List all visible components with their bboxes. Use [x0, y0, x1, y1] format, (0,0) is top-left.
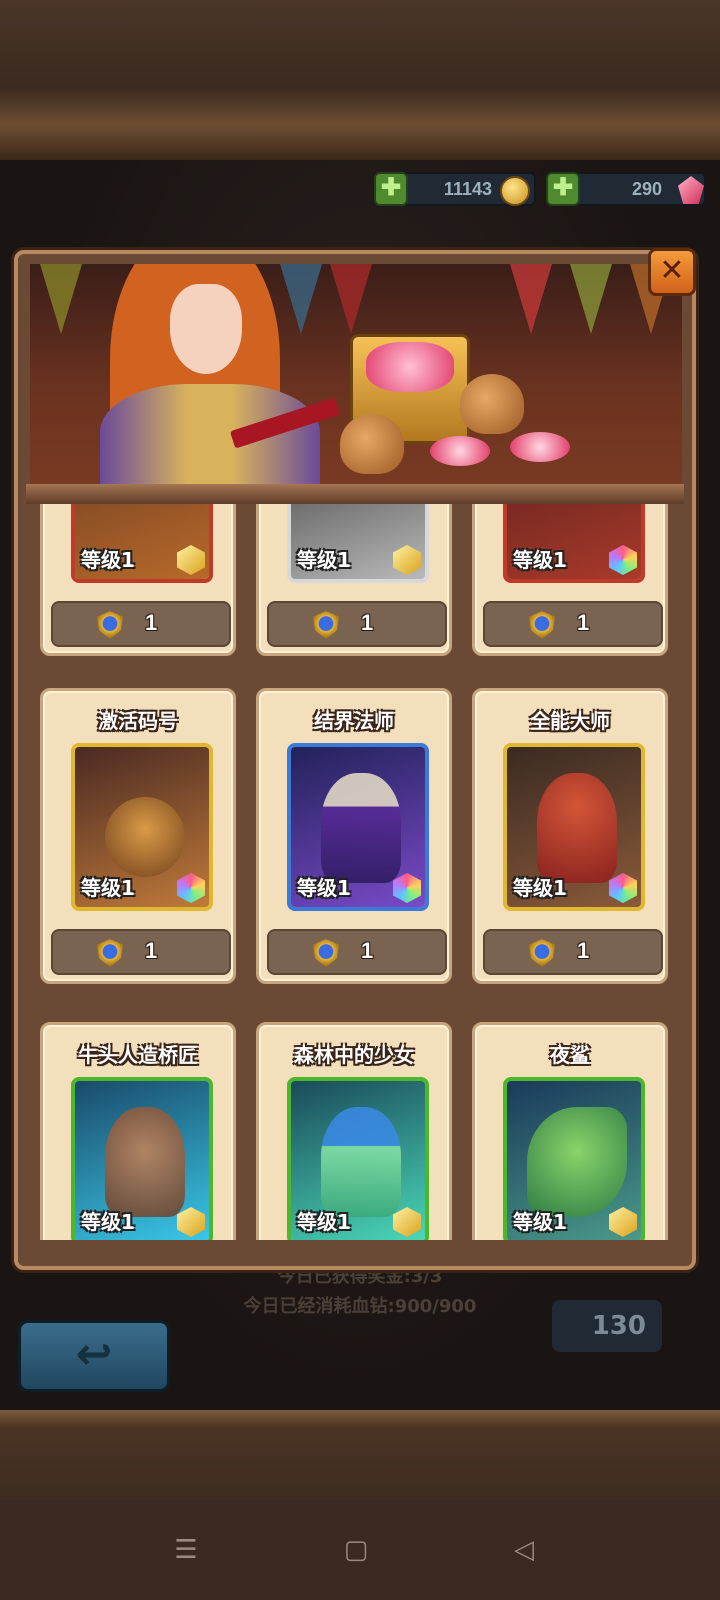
hero-name: 森林中的少女 — [294, 1043, 414, 1067]
hero-card[interactable]: 等级1 1 — [40, 504, 236, 656]
hero-level: 等级1 — [297, 876, 351, 900]
gem-counter: ✚ 290 — [546, 172, 706, 206]
buy-button[interactable]: 1 — [51, 929, 231, 975]
buy-button[interactable]: 1 — [483, 929, 663, 975]
hero-card[interactable]: 牛头人造桥匠 等级1 — [40, 1022, 236, 1240]
hero-level: 等级1 — [513, 876, 567, 900]
buy-button[interactable]: 1 — [51, 601, 231, 647]
hero-level: 等级1 — [513, 548, 567, 572]
home-icon[interactable]: ▢ — [326, 1520, 386, 1580]
gem-pile-icon — [366, 342, 454, 392]
gold-amount: 11143 — [443, 179, 492, 199]
hero-portrait: 等级1 — [71, 743, 213, 911]
hero-card-list[interactable]: 等级1 1 等级1 1 等级1 1 激活码号 等级1 1 结界法师 等级1 1 … — [30, 504, 682, 1240]
back-button[interactable]: ↩ — [18, 1320, 170, 1392]
hero-portrait: 等级1 — [71, 504, 213, 583]
buy-button[interactable]: 1 — [267, 929, 447, 975]
hero-level: 等级1 — [81, 548, 135, 572]
add-gold-button[interactable]: ✚ — [374, 172, 408, 206]
medal-icon — [97, 939, 123, 967]
hero-name: 结界法师 — [314, 709, 394, 733]
back-nav-icon[interactable]: ◁ — [494, 1520, 554, 1580]
hero-name: 全能大师 — [530, 709, 610, 733]
gem-icon — [678, 176, 704, 204]
hero-portrait: 等级1 — [71, 1077, 213, 1240]
hero-portrait: 等级1 — [503, 743, 645, 911]
hero-portrait: 等级1 — [503, 1077, 645, 1240]
hero-portrait: 等级1 — [287, 743, 429, 911]
cat-figure — [105, 797, 185, 877]
hero-name: 牛头人造桥匠 — [78, 1043, 198, 1067]
menu-icon[interactable]: ☰ — [156, 1520, 216, 1580]
hero-card[interactable]: 等级1 1 — [472, 504, 668, 656]
price-value: 1 — [577, 610, 590, 635]
gem-pile-icon — [510, 432, 570, 462]
hero-card[interactable]: 激活码号 等级1 1 — [40, 688, 236, 984]
daily-gem-usage: 今日已经消耗血钻:900/900 — [243, 1296, 477, 1317]
pennant-flag — [510, 264, 552, 334]
banner-divider — [26, 484, 684, 504]
close-button[interactable]: ✕ — [648, 248, 696, 296]
hero-name: 夜鲨 — [550, 1043, 590, 1067]
hero-card[interactable]: 夜鲨 等级1 — [472, 1022, 668, 1240]
pouch-icon — [340, 414, 404, 474]
buy-button[interactable]: 1 — [267, 601, 447, 647]
hero-card[interactable]: 森林中的少女 等级1 — [256, 1022, 452, 1240]
pennant-flag — [280, 264, 322, 334]
hero-level: 等级1 — [513, 1210, 567, 1234]
hero-card[interactable]: 等级1 1 — [256, 504, 452, 656]
hero-card[interactable]: 全能大师 等级1 1 — [472, 688, 668, 984]
buy-button[interactable]: 1 — [483, 601, 663, 647]
medal-icon — [529, 611, 555, 639]
medal-icon — [313, 611, 339, 639]
background-badge: 130 — [552, 1300, 662, 1352]
coin-icon — [500, 176, 530, 206]
hero-level: 等级1 — [297, 1210, 351, 1234]
hero-level: 等级1 — [297, 548, 351, 572]
hero-level: 等级1 — [81, 1210, 135, 1234]
shop-banner — [30, 264, 682, 488]
price-value: 1 — [361, 938, 374, 963]
minotaur-figure — [105, 1107, 185, 1217]
warrior-figure — [537, 773, 617, 883]
shark-figure — [527, 1107, 627, 1217]
pennant-flag — [40, 264, 82, 334]
pennant-flag — [570, 264, 612, 334]
hero-level: 等级1 — [81, 876, 135, 900]
price-value: 1 — [145, 938, 158, 963]
add-gems-button[interactable]: ✚ — [546, 172, 580, 206]
pennant-flag — [330, 264, 372, 334]
shopkeeper-face — [170, 284, 242, 374]
mage-figure — [321, 773, 401, 883]
hero-portrait: 等级1 — [287, 1077, 429, 1240]
gem-amount: 290 — [631, 179, 662, 199]
hero-portrait: 等级1 — [287, 504, 429, 583]
gold-counter: ✚ 11143 — [374, 172, 536, 206]
hero-portrait: 等级1 — [503, 504, 645, 583]
price-value: 1 — [577, 938, 590, 963]
price-value: 1 — [145, 610, 158, 635]
medal-icon — [97, 611, 123, 639]
top-wood-frame — [0, 0, 720, 160]
shopkeeper-body — [100, 384, 320, 488]
bottom-wood-frame — [0, 1410, 720, 1500]
medal-icon — [529, 939, 555, 967]
pouch-icon — [460, 374, 524, 434]
price-value: 1 — [361, 610, 374, 635]
gem-pile-icon — [430, 436, 490, 466]
forest-girl-figure — [321, 1107, 401, 1217]
hero-card[interactable]: 结界法师 等级1 1 — [256, 688, 452, 984]
hero-name: 激活码号 — [98, 709, 178, 733]
medal-icon — [313, 939, 339, 967]
